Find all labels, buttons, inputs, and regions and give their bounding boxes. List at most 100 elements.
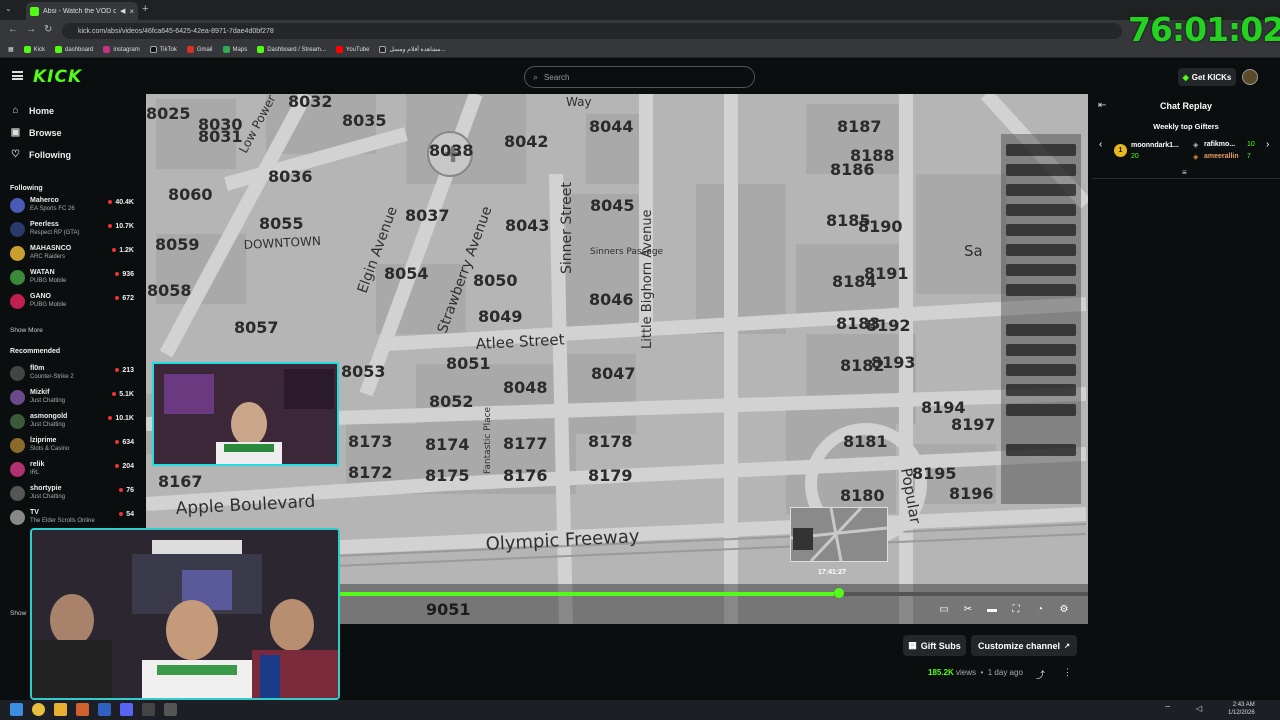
bookmark-tiktok[interactable]: TikTok <box>149 46 177 53</box>
url-text: kick.com/absi/videos/46fca645-6425-42ea-… <box>78 27 274 35</box>
chrome-icon[interactable] <box>32 703 45 716</box>
app-icon[interactable] <box>76 703 89 716</box>
channel-avatar <box>10 246 25 261</box>
show-more-recommended[interactable]: Show <box>10 610 26 617</box>
map-block-label: 8197 <box>951 415 996 434</box>
channel-item[interactable]: lziprime Slots & Casino 634 <box>10 435 134 457</box>
map-block-label: 8048 <box>503 378 548 397</box>
search-icon: ⌕ <box>533 71 539 82</box>
gifter-3-name[interactable]: ameerallin <box>1204 153 1239 160</box>
channel-category: EA Sports FC 26 <box>30 206 75 212</box>
map-block-label: 8060 <box>168 185 213 204</box>
gifter-1-name[interactable]: moonndark1... <box>1131 142 1179 149</box>
channel-name: GANO <box>30 293 51 300</box>
volume-icon[interactable]: ◁ <box>1196 704 1202 713</box>
forward-icon[interactable]: → <box>26 24 36 35</box>
viewer-count: 40.4K <box>108 199 134 206</box>
url-input[interactable]: kick.com/absi/videos/46fca645-6425-42ea-… <box>62 23 1122 39</box>
map-block-label: 8193 <box>871 353 916 372</box>
share-icon[interactable]: ⤴ <box>1036 668 1045 681</box>
viewer-count: 672 <box>115 295 134 302</box>
vod-age: 1 day ago <box>987 668 1023 677</box>
back-icon[interactable]: ← <box>8 24 18 35</box>
start-icon[interactable] <box>10 703 23 716</box>
following-header: Following <box>10 185 43 192</box>
map-block-label: 8046 <box>589 290 634 309</box>
reload-icon[interactable]: ↻ <box>44 24 52 35</box>
show-more-following[interactable]: Show More <box>10 327 43 334</box>
kicks-icon: ◆ <box>1182 72 1189 82</box>
map-block-label: 8058 <box>147 281 192 300</box>
sidebar-item-following[interactable]: ♡ Following <box>10 149 71 160</box>
channel-item[interactable]: WATAN PUBG Mobile 936 <box>10 267 134 289</box>
more-options-icon[interactable]: ⋮ <box>1063 667 1072 678</box>
channel-item[interactable]: asmongold Just Chatting 10.1K <box>10 411 134 433</box>
channel-item[interactable]: TV The Elder Scrolls Online 54 <box>10 507 134 529</box>
kick-favicon-icon <box>30 6 39 16</box>
map-block-label: 8031 <box>198 127 243 146</box>
gifter-2-count: 10 <box>1247 141 1255 148</box>
miniplayer-icon[interactable]: ▭ <box>938 604 950 616</box>
map-block-label: 8054 <box>384 264 429 283</box>
new-tab-button[interactable]: + <box>142 3 148 15</box>
channel-avatar <box>10 510 25 525</box>
bookmark-dashboard-stream[interactable]: Dashboard / Stream... <box>257 46 326 53</box>
progress-handle[interactable] <box>834 588 844 598</box>
wifi-icon[interactable]: ⌔ <box>1164 704 1172 714</box>
channel-category: Just Chatting <box>30 398 66 404</box>
search-input[interactable]: ⌕ Search <box>524 66 755 88</box>
bookmark-youtube[interactable]: YouTube <box>335 46 369 53</box>
bookmark-gmail[interactable]: Gmail <box>186 46 213 53</box>
gifter-2-name[interactable]: rafikmo... <box>1204 141 1235 148</box>
channel-item[interactable]: Maherco EA Sports FC 26 40.4K <box>10 195 134 217</box>
channel-item[interactable]: shortypie Just Chatting 76 <box>10 483 134 505</box>
channel-item[interactable]: relik IRL 204 <box>10 459 134 481</box>
channel-name: lziprime <box>30 437 57 444</box>
expand-gifters-icon[interactable]: ≡ <box>1182 168 1187 177</box>
map-block-label: 8195 <box>912 464 957 483</box>
speed-icon[interactable]: ◔ <box>1034 604 1046 616</box>
app-icon[interactable] <box>98 703 111 716</box>
apps-icon[interactable]: ▦ <box>8 46 14 53</box>
close-tab-icon[interactable]: × <box>129 7 134 16</box>
fullscreen-icon[interactable]: ⛶ <box>1010 604 1022 616</box>
map-block-label: 8055 <box>259 214 304 233</box>
theater-icon[interactable]: ▬ <box>986 604 998 616</box>
gifters-prev-icon[interactable]: ‹ <box>1099 139 1102 150</box>
tab-search-icon[interactable]: ⌄ <box>5 4 12 13</box>
app-icon[interactable] <box>142 703 155 716</box>
bookmark-arabic[interactable]: مشاهدة أفلام ومسل... <box>379 46 446 53</box>
menu-icon[interactable] <box>12 71 23 80</box>
channel-item[interactable]: fl0m Counter-Strike 2 213 <box>10 363 134 385</box>
settings-gear-icon[interactable]: ⚙ <box>1058 604 1070 616</box>
system-clock[interactable]: 2:43 AM 1/12/2026 <box>1228 701 1255 717</box>
gifters-next-icon[interactable]: › <box>1266 139 1269 150</box>
customize-channel-button[interactable]: Customize channel ↗ <box>971 635 1077 656</box>
bookmark-maps[interactable]: Maps <box>222 46 247 53</box>
browser-tab[interactable]: Absi - Watch the VOD on K ◀ × <box>26 2 138 20</box>
app-icon[interactable] <box>164 703 177 716</box>
sidebar-item-browse[interactable]: ▣ Browse <box>10 127 62 138</box>
audio-icon[interactable]: ◀ <box>120 7 125 15</box>
discord-icon[interactable] <box>120 703 133 716</box>
channel-item[interactable]: MAHASNCO ARC Raiders 1.2K <box>10 243 134 265</box>
customize-label: Customize channel <box>978 640 1061 651</box>
heart-icon: ♡ <box>11 149 20 160</box>
channel-item[interactable]: GANO PUBG Mobile 672 <box>10 291 134 313</box>
kick-logo[interactable]: KICK <box>33 67 82 87</box>
user-avatar[interactable] <box>1242 69 1258 85</box>
sidebar-item-home[interactable]: ⌂ Home <box>10 105 54 116</box>
channel-item[interactable]: Peerless Respect RP (GTA) 10.7K <box>10 219 134 241</box>
get-kicks-button[interactable]: ◆ Get KICKs <box>1178 68 1236 86</box>
viewer-count: 10.1K <box>108 415 134 422</box>
recommended-header: Recommended <box>10 348 61 355</box>
channel-avatar <box>10 294 25 309</box>
bookmark-instagram[interactable]: instagram <box>103 46 140 53</box>
bookmark-dashboard[interactable]: dashboard <box>55 46 93 53</box>
map-block-label: 8044 <box>589 117 634 136</box>
file-explorer-icon[interactable] <box>54 703 67 716</box>
bookmark-kick[interactable]: Kick <box>23 46 45 53</box>
gift-subs-button[interactable]: ▦ Gift Subs <box>903 635 966 656</box>
clip-icon[interactable]: ✂ <box>962 604 974 616</box>
channel-item[interactable]: Mizkif Just Chatting 5.1K <box>10 387 134 409</box>
